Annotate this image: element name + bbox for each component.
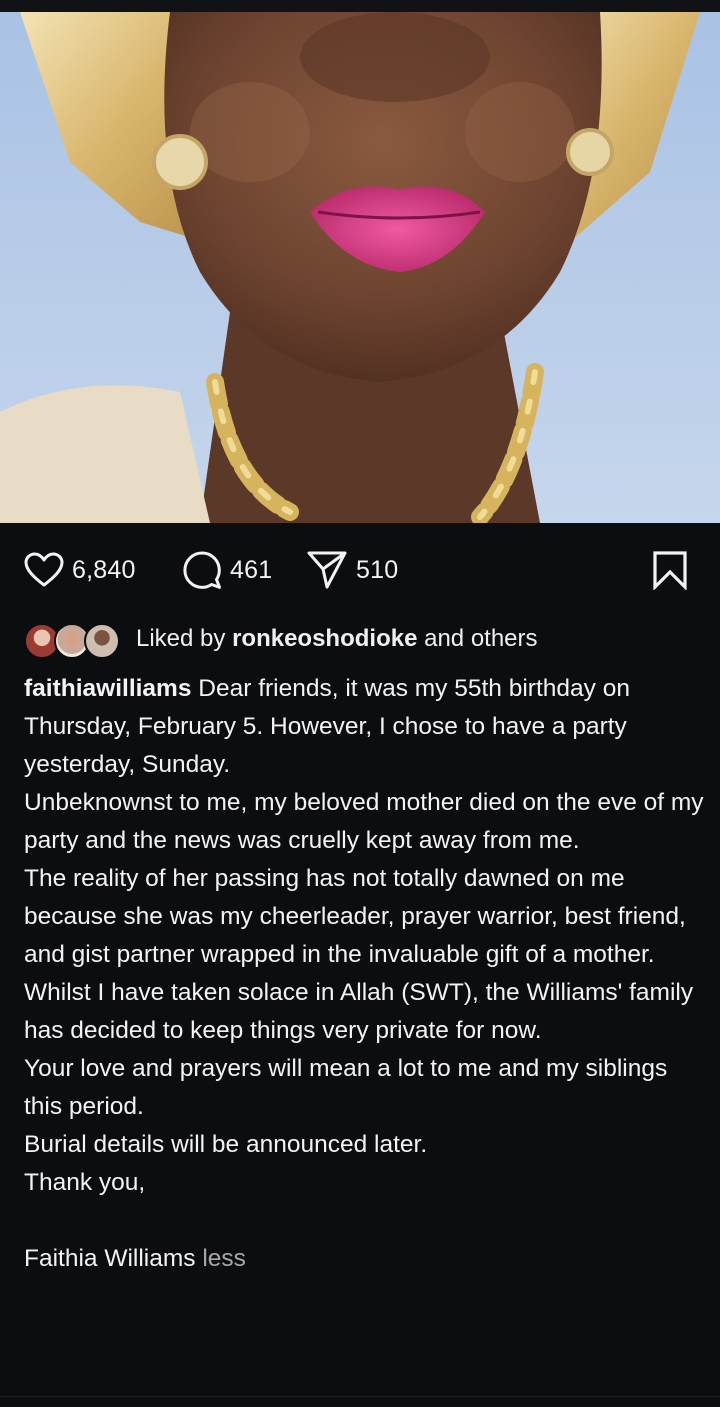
avatar (84, 623, 120, 659)
comment-button[interactable]: 461 (182, 540, 272, 600)
liked-by-avatars (24, 621, 124, 659)
caption-paragraph: Thank you, (24, 1169, 146, 1196)
author-username-link[interactable]: faithiawilliams (24, 675, 191, 702)
likes-count[interactable]: 6,840 (72, 556, 136, 585)
divider (0, 1396, 720, 1397)
caption-paragraph: Whilst I have taken solace in Allah (SWT… (24, 979, 694, 1044)
caption-paragraph: Burial details will be announced later. (24, 1131, 428, 1158)
post-action-bar: 6,840 461 510 (0, 540, 720, 600)
caption-signature-line: Faithia Williams less (24, 1240, 704, 1278)
comments-count[interactable]: 461 (230, 556, 272, 585)
save-button[interactable] (652, 540, 688, 600)
caption-signature: Faithia Williams (24, 1245, 196, 1272)
status-strip (0, 0, 720, 12)
share-button[interactable]: 510 (306, 540, 398, 600)
caption-paragraph: Your love and prayers will mean a lot to… (24, 1055, 668, 1120)
liked-by-prefix: Liked by (136, 625, 226, 652)
post-caption: faithiawilliams Dear friends, it was my … (24, 670, 704, 1278)
caption-paragraph: Unbeknownst to me, my beloved mother die… (24, 789, 704, 854)
caption-paragraph: The reality of her passing has not total… (24, 865, 686, 968)
bookmark-icon (653, 551, 687, 590)
liked-by-row[interactable]: Liked by ronkeoshodioke and others (24, 620, 538, 659)
shares-count[interactable]: 510 (356, 556, 398, 585)
portrait-image (0, 12, 720, 523)
paper-plane-icon (307, 551, 347, 589)
liked-by-text: Liked by ronkeoshodioke and others (136, 625, 538, 653)
like-button[interactable]: 6,840 (24, 540, 136, 600)
liked-by-username-link[interactable]: ronkeoshodioke (232, 625, 417, 652)
liked-by-suffix[interactable]: and others (424, 625, 537, 652)
caption-paragraph: faithiawilliams Dear friends, it was my … (24, 670, 704, 784)
speech-bubble-icon (183, 551, 221, 589)
post-photo[interactable] (0, 12, 720, 523)
heart-outline-icon (24, 552, 64, 587)
less-link[interactable]: less (202, 1245, 246, 1272)
